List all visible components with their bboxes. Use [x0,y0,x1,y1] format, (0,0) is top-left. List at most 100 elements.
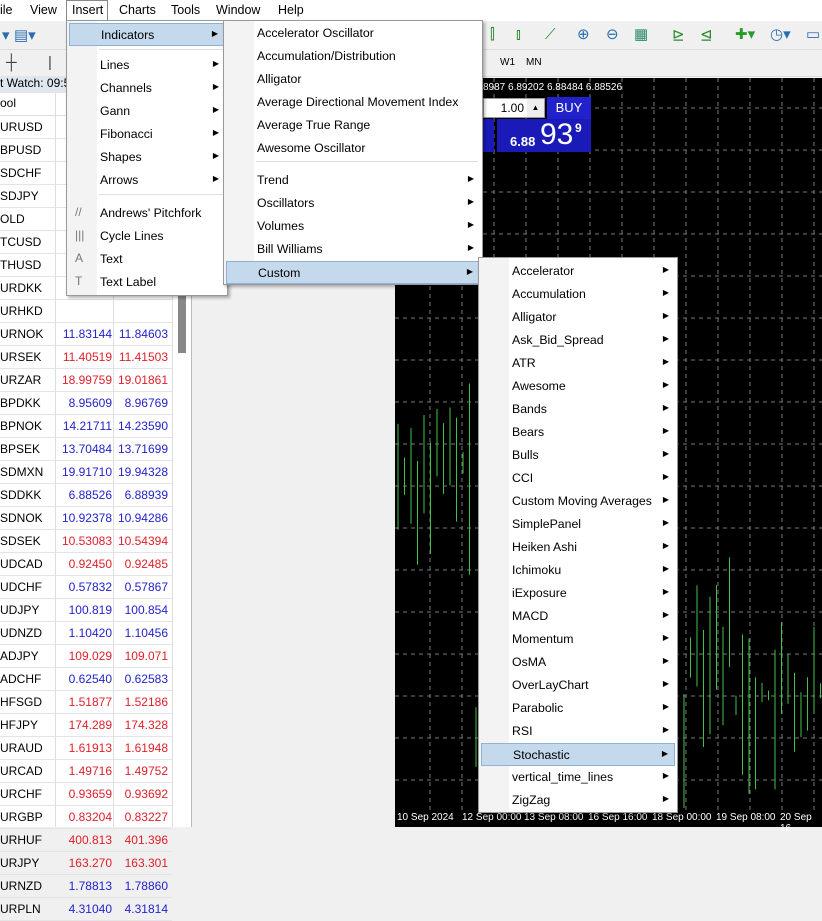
menu-item-momentum[interactable]: Momentum ▶ [481,628,675,651]
menu-view[interactable]: View [30,3,57,17]
symbol-row[interactable]: URJPY 163.270 163.301 [0,852,172,875]
menu-item-ichimoku[interactable]: Ichimoku ▶ [481,559,675,582]
line-chart-icon[interactable]: ⟋ [545,26,556,43]
menu-item-custom-moving-averages[interactable]: Custom Moving Averages ▶ [481,490,675,513]
symbol-row[interactable]: URCHF 0.93659 0.93692 [0,783,172,806]
symbol-row[interactable]: BPSEK 13.70484 13.71699 [0,438,172,461]
symbol-row[interactable]: URNZD 1.78813 1.78860 [0,875,172,898]
menu-item-bands[interactable]: Bands ▶ [481,398,675,421]
symbol-row[interactable]: UDCAD 0.92450 0.92485 [0,553,172,576]
symbol-row[interactable]: SDMXN 19.91710 19.94328 [0,461,172,484]
menu-item-ask-bid-spread[interactable]: Ask_Bid_Spread ▶ [481,329,675,352]
menu-item-simplepanel[interactable]: SimplePanel ▶ [481,513,675,536]
menu-item-accumulation[interactable]: Accumulation ▶ [481,283,675,306]
menu-item-bill-williams[interactable]: Bill Williams ▶ [226,238,480,261]
menu-item-accumulation-distribution[interactable]: Accumulation/Distribution [226,45,480,68]
symbol-row[interactable]: UDNZD 1.10420 1.10456 [0,622,172,645]
menu-item-accelerator-oscillator[interactable]: Accelerator Oscillator [226,22,480,45]
symbol-row[interactable]: UDJPY 100.819 100.854 [0,599,172,622]
menu-item-atr[interactable]: ATR ▶ [481,352,675,375]
menu-item-rsi[interactable]: RSI ▶ [481,720,675,743]
menu-item-gann[interactable]: Gann ▶ [69,100,225,123]
menu-item-cci[interactable]: CCI ▶ [481,467,675,490]
menu-item-oscillators[interactable]: Oscillators ▶ [226,192,480,215]
buy-price-button[interactable]: 6.88 93 9 [497,118,591,152]
bar-chart-icon[interactable]: ⫿ [490,26,495,43]
symbol-row[interactable]: BPDKK 8.95609 8.96769 [0,392,172,415]
menu-item-osma[interactable]: OsMA ▶ [481,651,675,674]
symbol-row[interactable]: URGBP 0.83204 0.83227 [0,806,172,829]
window-tile-icon[interactable]: ▤▾ [14,26,36,44]
symbol-row[interactable]: URPLN 4.31040 4.31814 [0,898,172,921]
menu-item-trend[interactable]: Trend ▶ [226,169,480,192]
menu-item-macd[interactable]: MACD ▶ [481,605,675,628]
menu-item-zigzag[interactable]: ZigZag ▶ [481,789,675,812]
menu-item-alligator[interactable]: Alligator [226,68,480,91]
menu-item-arrows[interactable]: Arrows ▶ [69,169,225,192]
crosshair-icon[interactable]: ┼ [6,54,17,71]
timeframe-mn[interactable]: MN [526,57,542,68]
menu-item-lines[interactable]: Lines ▶ [69,54,225,77]
menu-item-average-true-range[interactable]: Average True Range [226,114,480,137]
menu-item-indicators[interactable]: Indicators ▶ [69,23,225,46]
column-header-symbol[interactable]: ool [0,96,16,110]
zoom-out-icon[interactable]: ⊖ [606,25,619,43]
menu-item-awesome-oscillator[interactable]: Awesome Oscillator [226,137,480,160]
menu-item-custom[interactable]: Custom ▶ [226,261,480,284]
menu-item-channels[interactable]: Channels ▶ [69,77,225,100]
symbol-row[interactable]: URCAD 1.49716 1.49752 [0,760,172,783]
symbol-row[interactable]: ADCHF 0.62540 0.62583 [0,668,172,691]
menu-item-andrews-pitchfork[interactable]: Andrews' Pitchfork // [69,202,225,225]
menu-item-alligator[interactable]: Alligator ▶ [481,306,675,329]
menu-charts[interactable]: Charts [119,3,156,17]
menu-item-bears[interactable]: Bears ▶ [481,421,675,444]
symbol-row[interactable]: URAUD 1.61913 1.61948 [0,737,172,760]
period-clock-icon[interactable]: ◷▾ [770,25,791,43]
menu-item-fibonacci[interactable]: Fibonacci ▶ [69,123,225,146]
symbol-row[interactable]: SDSEK 10.53083 10.54394 [0,530,172,553]
lot-increase-button[interactable]: ▲ [527,99,544,117]
symbol-row[interactable]: HFSGD 1.51877 1.52186 [0,691,172,714]
templates-icon[interactable]: ▭ [806,25,820,43]
menu-item-vertical-time-lines[interactable]: vertical_time_lines ▶ [481,766,675,789]
symbol-row[interactable]: URSEK 11.40519 11.41503 [0,346,172,369]
menu-item-shapes[interactable]: Shapes ▶ [69,146,225,169]
symbol-row[interactable]: SDDKK 6.88526 6.88939 [0,484,172,507]
menu-help[interactable]: Help [278,3,304,17]
buy-button[interactable]: BUY [547,97,591,119]
menu-item-text-label[interactable]: Text Label T [69,271,225,294]
menu-item-overlaychart[interactable]: OverLayChart ▶ [481,674,675,697]
tile-charts-icon[interactable]: ▦ [634,25,648,43]
symbol-row[interactable]: BPNOK 14.21711 14.23590 [0,415,172,438]
menu-window[interactable]: Window [216,3,260,17]
symbol-row[interactable]: URHUF 400.813 401.396 [0,829,172,852]
menu-item-parabolic[interactable]: Parabolic ▶ [481,697,675,720]
menu-insert[interactable]: Insert [72,3,103,17]
candle-chart-icon[interactable]: ⫾ [516,26,521,43]
vertical-line-icon[interactable]: | [48,54,52,71]
profiles-icon[interactable]: ▾ [2,26,10,44]
menu-item-bulls[interactable]: Bulls ▶ [481,444,675,467]
symbol-row[interactable]: HFJPY 174.289 174.328 [0,714,172,737]
menu-item-average-directional-movement-index[interactable]: Average Directional Movement Index [226,91,480,114]
menu-item-stochastic[interactable]: Stochastic ▶ [481,743,675,766]
menu-tools[interactable]: Tools [171,3,200,17]
symbol-row[interactable]: ADJPY 109.029 109.071 [0,645,172,668]
chart-shift-icon[interactable]: ⊴ [700,26,713,44]
menu-item-heiken-ashi[interactable]: Heiken Ashi ▶ [481,536,675,559]
zoom-in-icon[interactable]: ⊕ [577,25,590,43]
menu-item-awesome[interactable]: Awesome ▶ [481,375,675,398]
menu-item-accelerator[interactable]: Accelerator ▶ [481,260,675,283]
menu-item-volumes[interactable]: Volumes ▶ [226,215,480,238]
symbol-row[interactable]: URHKD [0,300,172,323]
symbol-row[interactable]: SDNOK 10.92378 10.94286 [0,507,172,530]
symbol-row[interactable]: UDCHF 0.57832 0.57867 [0,576,172,599]
menu-item-cycle-lines[interactable]: Cycle Lines ||| [69,225,225,248]
timeframe-w1[interactable]: W1 [500,57,515,68]
add-indicator-icon[interactable]: ✚▾ [735,25,755,43]
symbol-row[interactable]: URZAR 18.99759 19.01861 [0,369,172,392]
menu-item-iexposure[interactable]: iExposure ▶ [481,582,675,605]
symbol-row[interactable]: URNOK 11.83144 11.84603 [0,323,172,346]
menu-item-text[interactable]: Text A [69,248,225,271]
menu-ile[interactable]: ile [0,3,13,17]
